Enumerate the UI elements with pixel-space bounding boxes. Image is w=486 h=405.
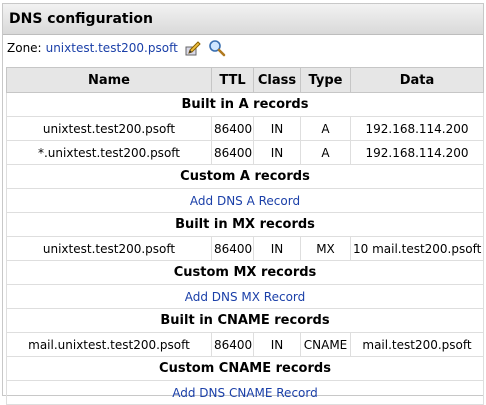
column-header-class: Class (253, 67, 301, 93)
record-ttl: 86400 (211, 116, 254, 141)
dns-records-table: Name TTL Class Type Data Built in A reco… (6, 67, 484, 405)
section-title-builtin-a: Built in A records (6, 92, 484, 117)
section-title-builtin-mx: Built in MX records (6, 212, 484, 237)
search-zone-icon[interactable] (208, 39, 226, 57)
section-title-custom-mx: Custom MX records (6, 260, 484, 285)
record-name: unixtest.test200.psoft (6, 116, 212, 141)
record-class: IN (253, 140, 301, 165)
panel-title: DNS configuration (3, 4, 483, 35)
record-name: unixtest.test200.psoft (6, 236, 212, 261)
add-mx-record-cell: Add DNS MX Record (6, 284, 484, 309)
column-header-data: Data (350, 67, 484, 93)
record-type: CNAME (300, 332, 351, 357)
record-data: 192.168.114.200 (350, 140, 484, 165)
record-data: 192.168.114.200 (350, 116, 484, 141)
table-row: unixtest.test200.psoft 86400 IN A 192.16… (6, 116, 484, 141)
zone-row: Zone: unixtest.test200.psoft (3, 35, 483, 61)
add-cname-record-cell: Add DNS CNAME Record (6, 380, 484, 405)
record-ttl: 86400 (211, 332, 254, 357)
edit-zone-icon[interactable] (184, 39, 202, 57)
zone-name-link[interactable]: unixtest.test200.psoft (46, 41, 178, 55)
record-type: A (300, 116, 351, 141)
record-name: mail.unixtest.test200.psoft (6, 332, 212, 357)
record-data: 10 mail.test200.psoft (350, 236, 484, 261)
zone-label: Zone: (7, 41, 42, 55)
section-title-custom-cname: Custom CNAME records (6, 356, 484, 381)
add-dns-cname-record-link[interactable]: Add DNS CNAME Record (172, 386, 317, 400)
table-row: unixtest.test200.psoft 86400 IN MX 10 ma… (6, 236, 484, 261)
add-a-record-cell: Add DNS A Record (6, 188, 484, 213)
table-header-row: Name TTL Class Type Data (6, 67, 484, 93)
table-row: mail.unixtest.test200.psoft 86400 IN CNA… (6, 332, 484, 357)
add-dns-mx-record-link[interactable]: Add DNS MX Record (185, 290, 306, 304)
section-title-custom-a: Custom A records (6, 164, 484, 189)
add-dns-a-record-link[interactable]: Add DNS A Record (190, 194, 300, 208)
record-name: *.unixtest.test200.psoft (6, 140, 212, 165)
column-header-name: Name (6, 67, 212, 93)
column-header-type: Type (300, 67, 351, 93)
record-class: IN (253, 116, 301, 141)
record-data: mail.test200.psoft (350, 332, 484, 357)
record-ttl: 86400 (211, 140, 254, 165)
table-row: *.unixtest.test200.psoft 86400 IN A 192.… (6, 140, 484, 165)
record-type: A (300, 140, 351, 165)
section-title-builtin-cname: Built in CNAME records (6, 308, 484, 333)
record-class: IN (253, 236, 301, 261)
column-header-ttl: TTL (211, 67, 254, 93)
record-type: MX (300, 236, 351, 261)
record-class: IN (253, 332, 301, 357)
dns-configuration-panel: DNS configuration Zone: unixtest.test200… (2, 3, 484, 405)
record-ttl: 86400 (211, 236, 254, 261)
